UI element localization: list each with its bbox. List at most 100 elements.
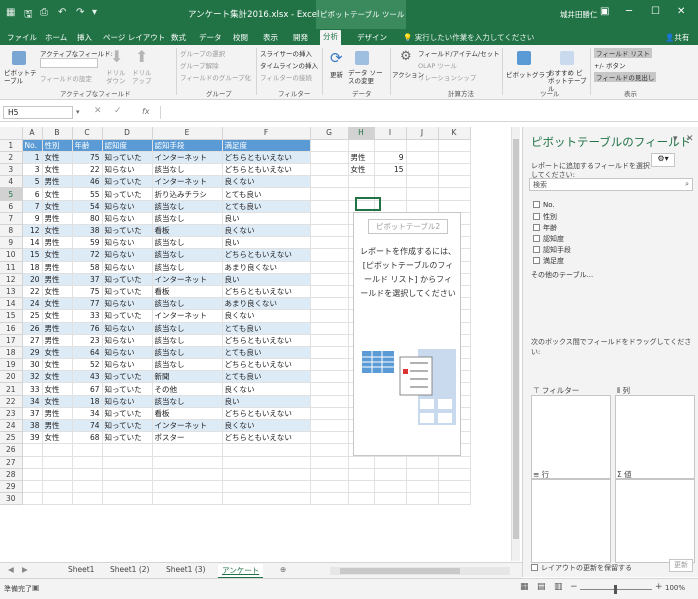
- cell[interactable]: 男性: [42, 334, 73, 347]
- relationships-button[interactable]: リレーションシップ: [418, 72, 476, 82]
- cell[interactable]: [348, 456, 375, 469]
- cell[interactable]: [152, 456, 223, 469]
- row-header[interactable]: 19: [0, 358, 23, 372]
- tab-page-layout[interactable]: ページ レイアウト: [100, 31, 168, 44]
- cell[interactable]: とても良い: [222, 370, 311, 384]
- cell[interactable]: 知っていた: [102, 419, 153, 433]
- cell[interactable]: [22, 492, 43, 506]
- cell[interactable]: とても良い: [222, 346, 311, 360]
- checkbox[interactable]: [533, 257, 540, 264]
- cell[interactable]: 知っていた: [102, 370, 153, 384]
- cell[interactable]: 良くない: [222, 419, 311, 433]
- cell[interactable]: 64: [72, 346, 103, 360]
- rows-drop-area[interactable]: [531, 479, 611, 563]
- zoom-out-icon[interactable]: −: [570, 582, 578, 592]
- cell[interactable]: [310, 431, 349, 445]
- row-header[interactable]: 29: [0, 480, 23, 494]
- cell[interactable]: 75: [72, 151, 103, 165]
- cell[interactable]: [406, 492, 439, 506]
- cell[interactable]: 知っていた: [102, 273, 153, 286]
- cell[interactable]: [438, 492, 471, 506]
- cell[interactable]: 1: [22, 151, 43, 165]
- cell[interactable]: 該当なし: [152, 248, 223, 262]
- refresh-button[interactable]: 更新: [330, 69, 343, 79]
- cell[interactable]: 良い: [222, 273, 311, 286]
- cell[interactable]: 良くない: [222, 382, 311, 396]
- cell[interactable]: [438, 200, 471, 213]
- cell[interactable]: 女性: [42, 285, 73, 299]
- ungroup-button[interactable]: グループ解除: [180, 60, 219, 70]
- column-header[interactable]: B: [42, 127, 73, 140]
- user-name[interactable]: 城井田勝仁: [560, 9, 598, 20]
- update-button[interactable]: 更新: [669, 559, 693, 572]
- row-header[interactable]: 26: [0, 443, 23, 457]
- cell[interactable]: 女性: [42, 297, 73, 311]
- cell[interactable]: 14: [22, 236, 43, 250]
- cell[interactable]: インターネット: [152, 175, 223, 189]
- cell[interactable]: 知らない: [102, 358, 153, 372]
- cell[interactable]: 女性: [42, 248, 73, 262]
- cell[interactable]: 59: [72, 236, 103, 250]
- table-header-cell[interactable]: 認知度: [102, 139, 153, 152]
- cell[interactable]: 知っていた: [102, 175, 153, 189]
- cell[interactable]: 18: [22, 261, 43, 274]
- cell[interactable]: 12: [22, 224, 43, 238]
- table-header-cell[interactable]: 性別: [42, 139, 73, 152]
- cell[interactable]: [310, 334, 349, 347]
- cell[interactable]: 女性: [42, 431, 73, 445]
- cell[interactable]: 34: [72, 407, 103, 421]
- cell[interactable]: 23: [72, 334, 103, 347]
- cell[interactable]: [152, 492, 223, 506]
- cell[interactable]: 男性: [42, 212, 73, 226]
- cell[interactable]: 折り込みチラシ: [152, 187, 223, 201]
- horizontal-scrollbar[interactable]: [330, 567, 510, 575]
- cell[interactable]: 女性: [42, 224, 73, 238]
- cell[interactable]: [42, 443, 73, 457]
- cell[interactable]: 該当なし: [152, 163, 223, 177]
- cell[interactable]: 良い: [222, 395, 311, 408]
- cell[interactable]: 看板: [152, 407, 223, 421]
- count-label[interactable]: 男性: [348, 151, 375, 165]
- cell[interactable]: 知らない: [102, 395, 153, 408]
- cell[interactable]: [22, 443, 43, 457]
- cell[interactable]: 新聞: [152, 370, 223, 384]
- cell[interactable]: 20: [22, 273, 43, 286]
- row-header[interactable]: 6: [0, 200, 23, 213]
- change-data-source-button[interactable]: データ ソースの変更: [348, 69, 384, 85]
- cell[interactable]: 女性: [42, 187, 73, 201]
- tab-data[interactable]: データ: [196, 31, 225, 44]
- cell[interactable]: 知らない: [102, 212, 153, 226]
- cell[interactable]: 女性: [42, 358, 73, 372]
- cell[interactable]: どちらともいえない: [222, 407, 311, 421]
- group-field-button[interactable]: フィールドのグループ化: [180, 72, 251, 82]
- print-preview-icon[interactable]: ⎙: [40, 7, 48, 18]
- cell[interactable]: 67: [72, 382, 103, 396]
- zoom-in-icon[interactable]: +: [655, 582, 663, 592]
- row-header[interactable]: 15: [0, 309, 23, 323]
- sheet-tab-sheet1-2[interactable]: Sheet1 (2): [106, 564, 153, 575]
- row-header[interactable]: 28: [0, 468, 23, 481]
- column-header[interactable]: F: [222, 127, 311, 140]
- cell[interactable]: 女性: [42, 382, 73, 396]
- cell[interactable]: 知らない: [102, 236, 153, 250]
- count-value[interactable]: 9: [374, 151, 407, 165]
- cell[interactable]: 30: [22, 358, 43, 372]
- cell[interactable]: [310, 163, 349, 177]
- cell[interactable]: [406, 468, 439, 481]
- cell[interactable]: [310, 456, 349, 469]
- cell[interactable]: [22, 480, 43, 494]
- cell[interactable]: [222, 443, 311, 457]
- row-header[interactable]: 11: [0, 261, 23, 274]
- cell[interactable]: [406, 163, 439, 177]
- cell[interactable]: 該当なし: [152, 346, 223, 360]
- plus-minus-buttons-toggle[interactable]: +/- ボタン: [594, 60, 626, 70]
- cell[interactable]: [374, 175, 407, 189]
- row-header[interactable]: 7: [0, 212, 23, 226]
- row-header[interactable]: 30: [0, 492, 23, 506]
- cell[interactable]: [406, 200, 439, 213]
- cell[interactable]: [152, 468, 223, 481]
- cell[interactable]: [310, 273, 349, 286]
- cell[interactable]: 33: [22, 382, 43, 396]
- cell[interactable]: インターネット: [152, 273, 223, 286]
- pivottable-placeholder[interactable]: ピボットテーブル2 レポートを作成するには、[ピボットテーブルのフィールド リス…: [353, 212, 461, 456]
